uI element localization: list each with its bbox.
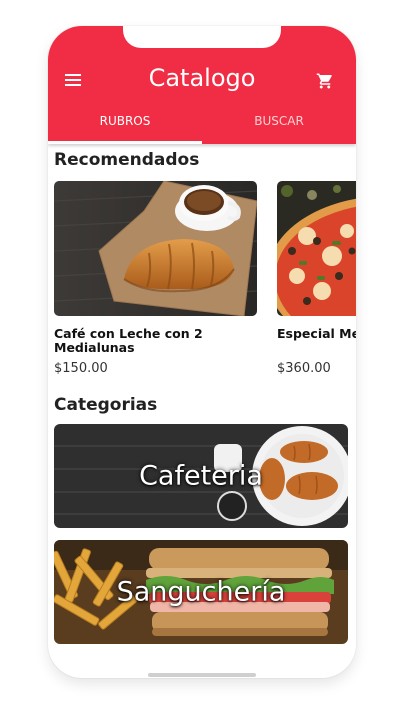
phone-screen: Catalogo RUBROS BUSCAR Recomendados Café… [48,26,356,678]
product-image [54,181,257,316]
category-card-cafeteria[interactable]: Cafeteria [54,424,348,528]
product-name: Especial Mediana [277,326,356,341]
product-image [277,181,356,316]
product-name: Café con Leche con 2 Medialunas [54,326,203,355]
device-notch [123,26,281,48]
product-price: $360.00 [277,361,331,376]
tab-buscar[interactable]: BUSCAR [202,114,356,128]
category-label: Cafeteria [139,460,263,492]
tab-indicator [48,141,202,144]
category-label: Sanguchería [116,576,286,608]
page-title: Catalogo [148,64,256,92]
home-indicator [148,673,256,677]
product-price: $150.00 [54,361,108,376]
category-card-sangucheria[interactable]: Sanguchería [54,540,348,644]
tab-rubros[interactable]: RUBROS [48,114,202,128]
recommended-card[interactable]: Café con Leche con 2 Medialunas $150.00 [54,181,257,376]
categories-heading: Categorias [54,395,158,415]
recommended-card[interactable]: Especial Mediana $360.00 [277,181,356,376]
recommended-heading: Recomendados [54,150,200,170]
cart-icon[interactable] [316,72,334,90]
